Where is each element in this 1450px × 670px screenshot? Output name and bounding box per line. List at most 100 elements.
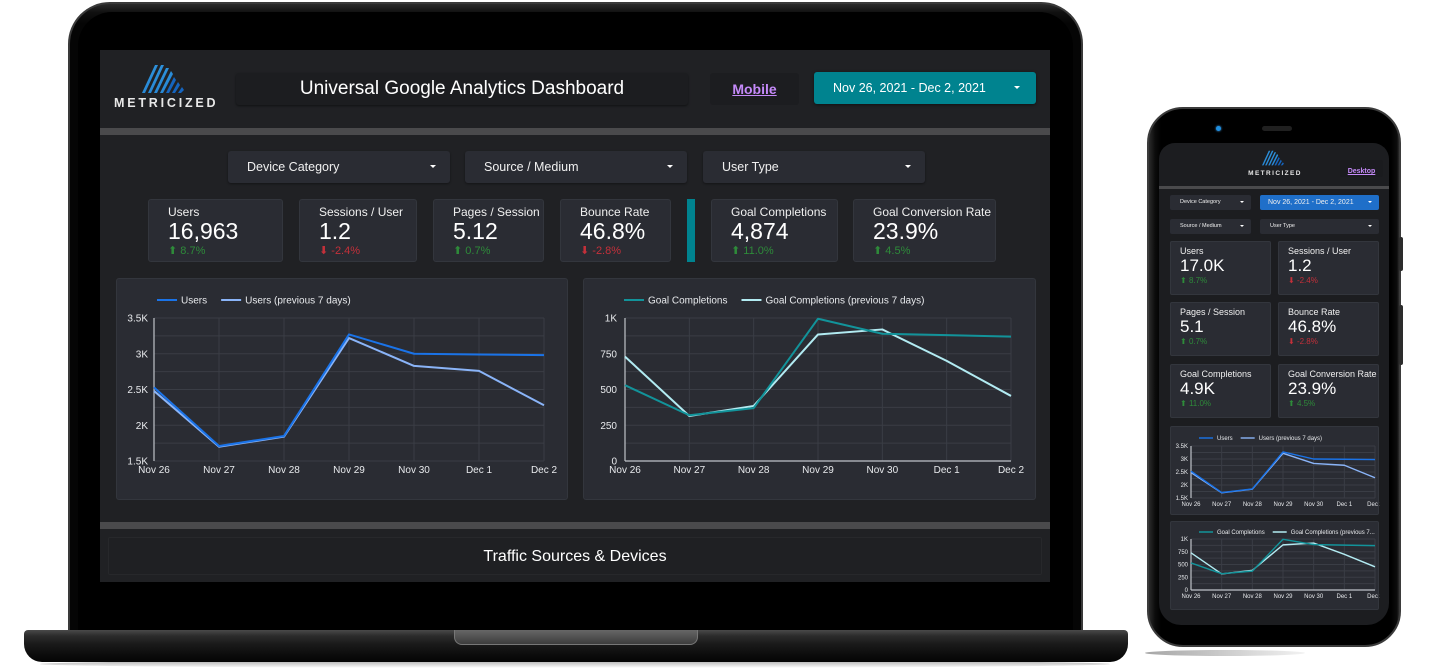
filter-label: Source / Medium [484, 160, 579, 174]
brand-logo[interactable]: METRICIZED [1245, 149, 1305, 179]
users-line-chart[interactable]: 1.5K2K2.5K3K3.5KNov 26 Nov 27 Nov 28 Nov 29… [117, 279, 569, 501]
chevron-down-icon [1368, 201, 1372, 203]
kpi-pages-per-session: Pages / Session 5.1 ⬆ 0.7% [1170, 302, 1271, 356]
x-tick-label: Nov 29 [1273, 502, 1293, 508]
kpi-delta-value: 11.0% [1188, 399, 1212, 408]
x-tick-label: Dec 2 [998, 465, 1025, 476]
x-tick-label: Dec 1 [1336, 594, 1352, 600]
x-tick-label: Nov 28 [1243, 594, 1263, 600]
x-tick-label: Nov 26 [1181, 594, 1201, 600]
x-tick-label: Nov 26 [1181, 502, 1201, 508]
chevron-down-icon [1368, 225, 1372, 227]
filter-user-type[interactable]: User Type [1260, 219, 1379, 234]
y-tick-label: 500 [600, 385, 617, 396]
kpi-goal-completions: Goal Completions 4,874 ⬆ 11.0% [711, 199, 838, 262]
kpi-delta-value: -2.8% [592, 245, 622, 257]
filter-device-category[interactable]: Device Category [228, 151, 450, 183]
x-tick-label: Dec 1 [1336, 502, 1352, 508]
kpi-delta: ⬆ 0.7% [1180, 337, 1270, 346]
x-tick-label: Dec 2 [531, 465, 558, 476]
desktop-dashboard: METRICIZED Universal Google Analytics Da… [100, 50, 1050, 582]
desktop-view-link-box: Desktop [1340, 160, 1383, 177]
y-tick-label: 3.5K [127, 314, 148, 325]
kpi-label: Bounce Rate [1288, 307, 1341, 317]
arrow-down-icon: ⬇ [1288, 337, 1295, 346]
date-range-label: Nov 26, 2021 - Dec 2, 2021 [1268, 199, 1354, 206]
kpi-value: 46.8% [580, 218, 646, 244]
kpi-value: 4.9K [1180, 379, 1215, 398]
desktop-view-link[interactable]: Desktop [1348, 168, 1376, 175]
y-tick-label: 250 [1178, 575, 1189, 581]
y-tick-label: 3K [136, 349, 149, 360]
kpi-value: 23.9% [1288, 379, 1337, 398]
filter-user-type[interactable]: User Type [703, 151, 925, 183]
kpi-bounce-rate: Bounce Rate 46.8% ⬇ -2.8% [1278, 302, 1379, 356]
header-divider [1159, 186, 1389, 189]
legend-label[interactable]: Goal Completions [648, 296, 727, 307]
y-tick-label: 2K [1181, 483, 1188, 489]
metricized-logo-icon [1262, 150, 1284, 166]
x-tick-label: Nov 30 [398, 465, 430, 476]
legend-label[interactable]: Users [1217, 436, 1233, 442]
y-tick-label: 750 [1178, 550, 1189, 556]
legend-label[interactable]: Goal Completions (previous 7 days) [765, 296, 924, 307]
arrow-up-icon: ⬆ [1180, 399, 1187, 408]
legend-label[interactable]: Users [181, 296, 207, 307]
y-tick-label: 250 [600, 421, 617, 432]
legend-label[interactable]: Goal Completions [1217, 530, 1265, 536]
kpi-delta: ⬆ 8.7% [168, 245, 282, 257]
filter-label: User Type [722, 160, 779, 174]
kpi-delta-value: 0.7% [465, 245, 491, 257]
goals-chart-card: 0 250 500 750 1K Nov 26 Nov 27 Nov 28 Nov 29 Nov … [1170, 521, 1380, 611]
y-tick-label: 2.5K [127, 385, 148, 396]
y-tick-label: 1K [1181, 537, 1188, 543]
arrow-up-icon: ⬆ [453, 245, 463, 257]
kpi-sessions-per-user: Sessions / User 1.2 ⬇ -2.4% [1278, 241, 1379, 295]
kpi-goal-conversion-rate: Goal Conversion Rate 23.9% ⬆ 4.5% [853, 199, 996, 262]
kpi-delta: ⬆ 8.7% [1180, 276, 1270, 285]
kpi-users: Users 16,963 ⬆ 8.7% [148, 199, 283, 262]
brand-logo[interactable]: METRICIZED [114, 63, 219, 115]
kpi-delta-value: -2.8% [1296, 337, 1318, 346]
users-line-chart[interactable]: 1.5K2K2.5K3K3.5KNov 26 Nov 27 Nov 28 Nov 29… [1171, 427, 1380, 516]
chevron-down-icon [667, 165, 673, 168]
arrow-up-icon: ⬆ [731, 245, 741, 257]
kpi-delta: ⬆ 11.0% [1180, 399, 1270, 408]
metricized-logo-icon [142, 65, 184, 93]
kpi-delta-value: 4.5% [885, 245, 911, 257]
x-tick-label: Dec 2 [1367, 594, 1380, 600]
filter-label: Device Category [1180, 199, 1221, 205]
mobile-view-link-box: Mobile [710, 73, 799, 105]
legend-label[interactable]: Goal Completions (previous 7... [1291, 530, 1375, 536]
date-range-picker[interactable]: Nov 26, 2021 - Dec 2, 2021 [814, 72, 1036, 104]
x-tick-label: Nov 28 [1243, 502, 1263, 508]
x-tick-label: Dec 1 [934, 465, 961, 476]
kpi-pages-per-session: Pages / Session 5.12 ⬆ 0.7% [433, 199, 544, 262]
kpi-separator-bar [687, 199, 695, 262]
goal-completions-line-chart[interactable]: 02505007501KNov 26 Nov 27 Nov 28 Nov 29 Nov … [584, 279, 1037, 501]
filter-source-medium[interactable]: Source / Medium [465, 151, 687, 183]
legend-label[interactable]: Users (previous 7 days) [1259, 436, 1322, 442]
kpi-delta: ⬇ -2.8% [580, 245, 670, 257]
x-tick-label: Nov 29 [802, 465, 834, 476]
brand-name: METRICIZED [114, 96, 219, 110]
kpi-delta: ⬆ 4.5% [873, 245, 995, 257]
kpi-goal-completions: Goal Completions 4.9K ⬆ 11.0% [1170, 364, 1271, 418]
chevron-down-icon [430, 165, 436, 168]
phone-volume-button [1399, 237, 1403, 271]
laptop-shadow [40, 660, 1110, 668]
filter-source-medium[interactable]: Source / Medium [1170, 219, 1251, 234]
x-tick-label: Nov 27 [1212, 502, 1232, 508]
goal-completions-line-chart[interactable]: 02505007501KNov 26 Nov 27 Nov 28 Nov 29 Nov … [1171, 522, 1380, 611]
phone-power-button [1399, 305, 1403, 365]
mobile-view-link[interactable]: Mobile [732, 81, 776, 97]
arrow-up-icon: ⬆ [1180, 337, 1187, 346]
filter-label: Device Category [247, 160, 340, 174]
x-tick-label: Nov 30 [1304, 502, 1324, 508]
kpi-value: 5.12 [453, 218, 498, 244]
filter-device-category[interactable]: Device Category [1170, 195, 1251, 210]
date-range-picker[interactable]: Nov 26, 2021 - Dec 2, 2021 [1260, 195, 1379, 210]
brand-name: METRICIZED [1248, 170, 1302, 177]
legend-label[interactable]: Users (previous 7 days) [245, 296, 351, 307]
arrow-down-icon: ⬇ [1288, 276, 1295, 285]
